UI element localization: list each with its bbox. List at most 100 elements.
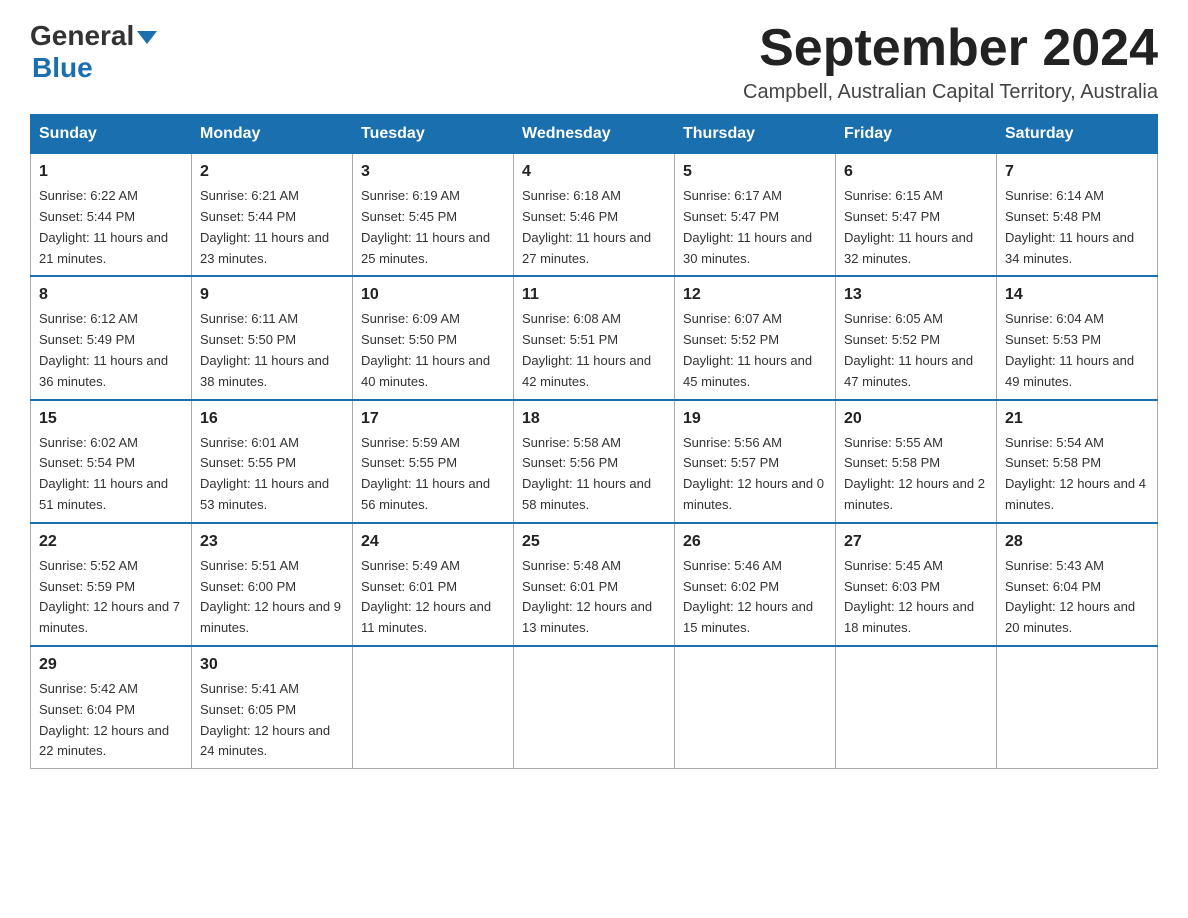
calendar-cell: 3Sunrise: 6:19 AMSunset: 5:45 PMDaylight… [353, 154, 514, 277]
day-info: Sunrise: 6:05 AMSunset: 5:52 PMDaylight:… [844, 309, 988, 392]
day-number: 13 [844, 283, 988, 307]
day-info: Sunrise: 5:42 AMSunset: 6:04 PMDaylight:… [39, 679, 183, 762]
day-info: Sunrise: 6:04 AMSunset: 5:53 PMDaylight:… [1005, 309, 1149, 392]
header-friday: Friday [836, 115, 997, 154]
calendar-cell: 23Sunrise: 5:51 AMSunset: 6:00 PMDayligh… [192, 523, 353, 646]
header-tuesday: Tuesday [353, 115, 514, 154]
calendar-cell: 17Sunrise: 5:59 AMSunset: 5:55 PMDayligh… [353, 400, 514, 523]
calendar-cell: 4Sunrise: 6:18 AMSunset: 5:46 PMDaylight… [514, 154, 675, 277]
day-number: 29 [39, 653, 183, 677]
day-info: Sunrise: 6:14 AMSunset: 5:48 PMDaylight:… [1005, 186, 1149, 269]
calendar-cell: 30Sunrise: 5:41 AMSunset: 6:05 PMDayligh… [192, 646, 353, 769]
calendar-cell: 6Sunrise: 6:15 AMSunset: 5:47 PMDaylight… [836, 154, 997, 277]
day-number: 27 [844, 530, 988, 554]
week-row-5: 29Sunrise: 5:42 AMSunset: 6:04 PMDayligh… [31, 646, 1158, 769]
logo: General Blue [30, 20, 157, 84]
week-row-4: 22Sunrise: 5:52 AMSunset: 5:59 PMDayligh… [31, 523, 1158, 646]
day-info: Sunrise: 5:55 AMSunset: 5:58 PMDaylight:… [844, 433, 988, 516]
calendar-cell: 13Sunrise: 6:05 AMSunset: 5:52 PMDayligh… [836, 276, 997, 399]
calendar-cell [675, 646, 836, 769]
calendar-cell: 14Sunrise: 6:04 AMSunset: 5:53 PMDayligh… [997, 276, 1158, 399]
day-info: Sunrise: 5:45 AMSunset: 6:03 PMDaylight:… [844, 556, 988, 639]
calendar-cell [836, 646, 997, 769]
calendar-cell [514, 646, 675, 769]
day-number: 12 [683, 283, 827, 307]
day-info: Sunrise: 5:54 AMSunset: 5:58 PMDaylight:… [1005, 433, 1149, 516]
day-number: 28 [1005, 530, 1149, 554]
day-number: 21 [1005, 407, 1149, 431]
day-number: 10 [361, 283, 505, 307]
calendar-cell [353, 646, 514, 769]
header: General Blue September 2024 Campbell, Au… [30, 20, 1158, 104]
day-number: 30 [200, 653, 344, 677]
day-number: 7 [1005, 160, 1149, 184]
day-number: 20 [844, 407, 988, 431]
calendar-cell: 22Sunrise: 5:52 AMSunset: 5:59 PMDayligh… [31, 523, 192, 646]
calendar-cell: 25Sunrise: 5:48 AMSunset: 6:01 PMDayligh… [514, 523, 675, 646]
day-info: Sunrise: 5:52 AMSunset: 5:59 PMDaylight:… [39, 556, 183, 639]
week-row-2: 8Sunrise: 6:12 AMSunset: 5:49 PMDaylight… [31, 276, 1158, 399]
page-container: General Blue September 2024 Campbell, Au… [30, 20, 1158, 769]
day-info: Sunrise: 6:22 AMSunset: 5:44 PMDaylight:… [39, 186, 183, 269]
calendar-cell: 8Sunrise: 6:12 AMSunset: 5:49 PMDaylight… [31, 276, 192, 399]
day-number: 11 [522, 283, 666, 307]
calendar-cell: 21Sunrise: 5:54 AMSunset: 5:58 PMDayligh… [997, 400, 1158, 523]
day-info: Sunrise: 5:48 AMSunset: 6:01 PMDaylight:… [522, 556, 666, 639]
day-info: Sunrise: 6:18 AMSunset: 5:46 PMDaylight:… [522, 186, 666, 269]
day-number: 16 [200, 407, 344, 431]
header-row: SundayMondayTuesdayWednesdayThursdayFrid… [31, 115, 1158, 154]
day-number: 25 [522, 530, 666, 554]
logo-blue: Blue [32, 52, 93, 84]
day-number: 9 [200, 283, 344, 307]
day-number: 14 [1005, 283, 1149, 307]
day-info: Sunrise: 6:17 AMSunset: 5:47 PMDaylight:… [683, 186, 827, 269]
day-info: Sunrise: 6:11 AMSunset: 5:50 PMDaylight:… [200, 309, 344, 392]
day-number: 15 [39, 407, 183, 431]
day-info: Sunrise: 5:58 AMSunset: 5:56 PMDaylight:… [522, 433, 666, 516]
day-number: 17 [361, 407, 505, 431]
header-wednesday: Wednesday [514, 115, 675, 154]
calendar-cell: 20Sunrise: 5:55 AMSunset: 5:58 PMDayligh… [836, 400, 997, 523]
day-number: 5 [683, 160, 827, 184]
day-number: 19 [683, 407, 827, 431]
calendar-cell: 12Sunrise: 6:07 AMSunset: 5:52 PMDayligh… [675, 276, 836, 399]
title-area: September 2024 Campbell, Australian Capi… [743, 20, 1158, 104]
day-number: 1 [39, 160, 183, 184]
day-info: Sunrise: 6:12 AMSunset: 5:49 PMDaylight:… [39, 309, 183, 392]
logo-arrow-icon [137, 31, 157, 44]
calendar-cell: 1Sunrise: 6:22 AMSunset: 5:44 PMDaylight… [31, 154, 192, 277]
calendar-cell: 9Sunrise: 6:11 AMSunset: 5:50 PMDaylight… [192, 276, 353, 399]
day-info: Sunrise: 6:08 AMSunset: 5:51 PMDaylight:… [522, 309, 666, 392]
calendar-cell: 18Sunrise: 5:58 AMSunset: 5:56 PMDayligh… [514, 400, 675, 523]
day-info: Sunrise: 5:56 AMSunset: 5:57 PMDaylight:… [683, 433, 827, 516]
day-info: Sunrise: 5:43 AMSunset: 6:04 PMDaylight:… [1005, 556, 1149, 639]
day-info: Sunrise: 6:19 AMSunset: 5:45 PMDaylight:… [361, 186, 505, 269]
calendar-cell: 28Sunrise: 5:43 AMSunset: 6:04 PMDayligh… [997, 523, 1158, 646]
calendar-cell [997, 646, 1158, 769]
calendar-cell: 7Sunrise: 6:14 AMSunset: 5:48 PMDaylight… [997, 154, 1158, 277]
day-number: 3 [361, 160, 505, 184]
logo-line1: General [30, 20, 157, 52]
calendar-cell: 16Sunrise: 6:01 AMSunset: 5:55 PMDayligh… [192, 400, 353, 523]
calendar-cell: 24Sunrise: 5:49 AMSunset: 6:01 PMDayligh… [353, 523, 514, 646]
day-info: Sunrise: 5:49 AMSunset: 6:01 PMDaylight:… [361, 556, 505, 639]
day-info: Sunrise: 6:01 AMSunset: 5:55 PMDaylight:… [200, 433, 344, 516]
calendar-cell: 29Sunrise: 5:42 AMSunset: 6:04 PMDayligh… [31, 646, 192, 769]
calendar-cell: 11Sunrise: 6:08 AMSunset: 5:51 PMDayligh… [514, 276, 675, 399]
calendar-table: SundayMondayTuesdayWednesdayThursdayFrid… [30, 114, 1158, 769]
calendar-cell: 26Sunrise: 5:46 AMSunset: 6:02 PMDayligh… [675, 523, 836, 646]
day-number: 6 [844, 160, 988, 184]
day-number: 8 [39, 283, 183, 307]
header-sunday: Sunday [31, 115, 192, 154]
day-number: 2 [200, 160, 344, 184]
day-info: Sunrise: 5:51 AMSunset: 6:00 PMDaylight:… [200, 556, 344, 639]
day-number: 26 [683, 530, 827, 554]
day-number: 24 [361, 530, 505, 554]
calendar-cell: 2Sunrise: 6:21 AMSunset: 5:44 PMDaylight… [192, 154, 353, 277]
day-info: Sunrise: 5:46 AMSunset: 6:02 PMDaylight:… [683, 556, 827, 639]
day-info: Sunrise: 5:59 AMSunset: 5:55 PMDaylight:… [361, 433, 505, 516]
day-info: Sunrise: 6:15 AMSunset: 5:47 PMDaylight:… [844, 186, 988, 269]
calendar-cell: 27Sunrise: 5:45 AMSunset: 6:03 PMDayligh… [836, 523, 997, 646]
day-number: 22 [39, 530, 183, 554]
day-info: Sunrise: 6:02 AMSunset: 5:54 PMDaylight:… [39, 433, 183, 516]
